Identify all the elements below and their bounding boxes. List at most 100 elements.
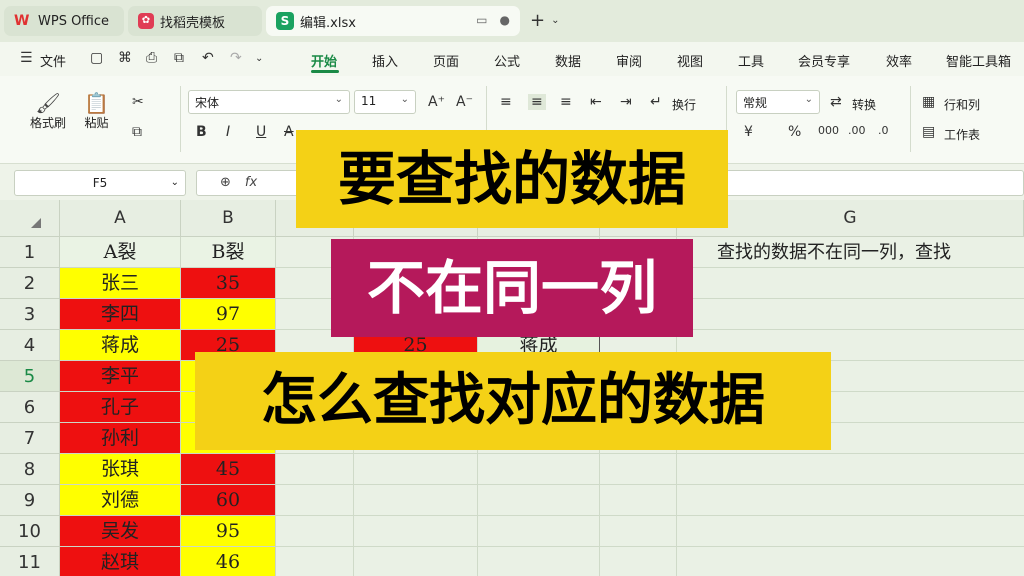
align-bottom-icon[interactable]: ≡ bbox=[560, 94, 572, 110]
decrease-font-icon[interactable]: A⁻ bbox=[456, 94, 473, 110]
strikethrough-icon[interactable]: A bbox=[284, 124, 294, 140]
cell-b10[interactable]: 95 bbox=[181, 516, 276, 547]
menu-formula[interactable]: 公式 bbox=[494, 51, 520, 70]
italic-icon[interactable]: I bbox=[226, 124, 230, 140]
decimal-decrease-icon[interactable]: .0 bbox=[878, 124, 889, 137]
number-format-select[interactable]: 常规 ⌄ bbox=[736, 90, 820, 114]
menu-insert[interactable]: 插入 bbox=[372, 51, 398, 70]
cell-a3[interactable]: 李四 bbox=[60, 299, 181, 330]
indent-decrease-icon[interactable]: ⇤ bbox=[590, 94, 602, 110]
fx-icon[interactable]: fx bbox=[245, 175, 257, 190]
cell-a1[interactable]: A裂 bbox=[60, 237, 181, 268]
cell-a4[interactable]: 蒋成 bbox=[60, 330, 181, 361]
bold-icon[interactable]: B bbox=[196, 124, 207, 140]
cell-b9[interactable]: 60 bbox=[181, 485, 276, 516]
cell-b3[interactable]: 97 bbox=[181, 299, 276, 330]
align-top-icon[interactable]: ≡ bbox=[500, 94, 512, 110]
decimal-increase-icon[interactable]: .00 bbox=[848, 124, 866, 137]
wrap-text-button[interactable]: 换行 bbox=[672, 96, 696, 113]
monitor-icon[interactable]: ▭ bbox=[476, 13, 487, 27]
cell-a5[interactable]: 李平 bbox=[60, 361, 181, 392]
menu-efficiency[interactable]: 效率 bbox=[886, 51, 912, 70]
tab-docer-templates[interactable]: ✿ 找稻壳模板 bbox=[128, 6, 262, 36]
redo-icon[interactable]: ↷ bbox=[230, 50, 242, 66]
menu-home[interactable]: 开始 bbox=[311, 51, 337, 70]
cell-b8[interactable]: 45 bbox=[181, 454, 276, 485]
cell-a6[interactable]: 孔子 bbox=[60, 392, 181, 423]
increase-font-icon[interactable]: A⁺ bbox=[428, 94, 445, 110]
dot-icon[interactable]: ● bbox=[500, 13, 510, 27]
menu-smart-toolbox[interactable]: 智能工具箱 bbox=[946, 51, 1011, 70]
column-header-g[interactable]: G bbox=[677, 200, 1024, 237]
row-col-button[interactable]: 行和列 bbox=[944, 96, 980, 113]
cell-a2[interactable]: 张三 bbox=[60, 268, 181, 299]
indent-increase-icon[interactable]: ⇥ bbox=[620, 94, 632, 110]
row-header-3[interactable]: 3 bbox=[0, 299, 60, 330]
menu-review[interactable]: 审阅 bbox=[616, 51, 642, 70]
brush-icon: 🖌 bbox=[35, 91, 61, 115]
menu-tools[interactable]: 工具 bbox=[738, 51, 764, 70]
wps-spreadsheet-window: W WPS Office ✿ 找稻壳模板 S 编辑.xlsx ▭ ● + ⌄ ☰… bbox=[0, 0, 1024, 576]
worksheet-icon[interactable]: ▤ bbox=[922, 124, 935, 140]
menu-page[interactable]: 页面 bbox=[433, 51, 459, 70]
percent-icon[interactable]: % bbox=[788, 124, 801, 140]
chevron-down-icon[interactable]: ⌄ bbox=[255, 53, 263, 64]
save-icon[interactable]: ▢ bbox=[90, 50, 103, 66]
row-header-10[interactable]: 10 bbox=[0, 516, 60, 547]
spreadsheet-s-icon: S bbox=[276, 12, 294, 30]
zoom-icon[interactable]: ⊕ bbox=[220, 175, 231, 190]
copy-icon[interactable]: ⧉ bbox=[132, 124, 142, 140]
hamburger-menu-icon[interactable]: ☰ bbox=[20, 50, 33, 66]
thousands-icon[interactable]: 000 bbox=[818, 124, 839, 137]
row-header-5[interactable]: 5 bbox=[0, 361, 60, 392]
menu-file[interactable]: 文件 bbox=[40, 51, 66, 70]
cell-a11[interactable]: 赵琪 bbox=[60, 547, 181, 576]
undo-icon[interactable]: ↶ bbox=[202, 50, 214, 66]
chevron-down-icon[interactable]: ⌄ bbox=[551, 15, 559, 26]
preview-icon[interactable]: ⧉ bbox=[174, 50, 184, 66]
align-middle-icon[interactable]: ≡ bbox=[528, 94, 546, 110]
cell-b11[interactable]: 46 bbox=[181, 547, 276, 576]
format-painter-button[interactable]: 🖌 格式刷 bbox=[30, 92, 66, 131]
row-header-9[interactable]: 9 bbox=[0, 485, 60, 516]
column-header-b[interactable]: B bbox=[181, 200, 276, 237]
cut-icon[interactable]: ✂ bbox=[132, 94, 144, 110]
font-size-select[interactable]: 11 ⌄ bbox=[354, 90, 416, 114]
print-icon[interactable]: ⎙ bbox=[146, 50, 157, 66]
select-all-corner[interactable] bbox=[0, 200, 60, 237]
cell-a7[interactable]: 孙利 bbox=[60, 423, 181, 454]
cell-g1[interactable]: 查找的数据不在同一列，查找 bbox=[677, 237, 1024, 268]
currency-icon[interactable]: ¥ bbox=[744, 124, 753, 140]
row-header-7[interactable]: 7 bbox=[0, 423, 60, 454]
cell-a10[interactable]: 吴发 bbox=[60, 516, 181, 547]
convert-icon[interactable]: ⇄ bbox=[830, 94, 842, 110]
name-box[interactable]: F5 ⌄ bbox=[14, 170, 186, 196]
paste-button[interactable]: 📋 粘贴 bbox=[84, 92, 109, 131]
column-header-a[interactable]: A bbox=[60, 200, 181, 237]
chevron-down-icon: ⌄ bbox=[400, 94, 409, 105]
share-icon[interactable]: ⌘ bbox=[118, 50, 132, 66]
wrap-text-icon[interactable]: ↵ bbox=[650, 94, 662, 110]
font-name-select[interactable]: 宋体 ⌄ bbox=[188, 90, 350, 114]
menu-member[interactable]: 会员专享 bbox=[798, 51, 850, 70]
convert-button[interactable]: 转换 bbox=[852, 96, 876, 113]
tab-wps-office[interactable]: W WPS Office bbox=[4, 6, 124, 36]
underline-icon[interactable]: U bbox=[256, 124, 266, 140]
row-col-icon[interactable]: ▦ bbox=[922, 94, 935, 110]
cell-b1[interactable]: B裂 bbox=[181, 237, 276, 268]
new-tab-plus-icon[interactable]: + bbox=[530, 10, 545, 31]
cell-a9[interactable]: 刘德 bbox=[60, 485, 181, 516]
cell-a8[interactable]: 张琪 bbox=[60, 454, 181, 485]
row-header-8[interactable]: 8 bbox=[0, 454, 60, 485]
row-header-6[interactable]: 6 bbox=[0, 392, 60, 423]
tab-document[interactable]: S 编辑.xlsx ▭ ● bbox=[266, 6, 520, 36]
menu-data[interactable]: 数据 bbox=[555, 51, 581, 70]
row-header-2[interactable]: 2 bbox=[0, 268, 60, 299]
caption-line-2: 不在同一列 bbox=[331, 239, 693, 337]
row-header-4[interactable]: 4 bbox=[0, 330, 60, 361]
row-header-1[interactable]: 1 bbox=[0, 237, 60, 268]
row-header-11[interactable]: 11 bbox=[0, 547, 60, 576]
worksheet-button[interactable]: 工作表 bbox=[944, 126, 980, 143]
menu-view[interactable]: 视图 bbox=[677, 51, 703, 70]
cell-b2[interactable]: 35 bbox=[181, 268, 276, 299]
